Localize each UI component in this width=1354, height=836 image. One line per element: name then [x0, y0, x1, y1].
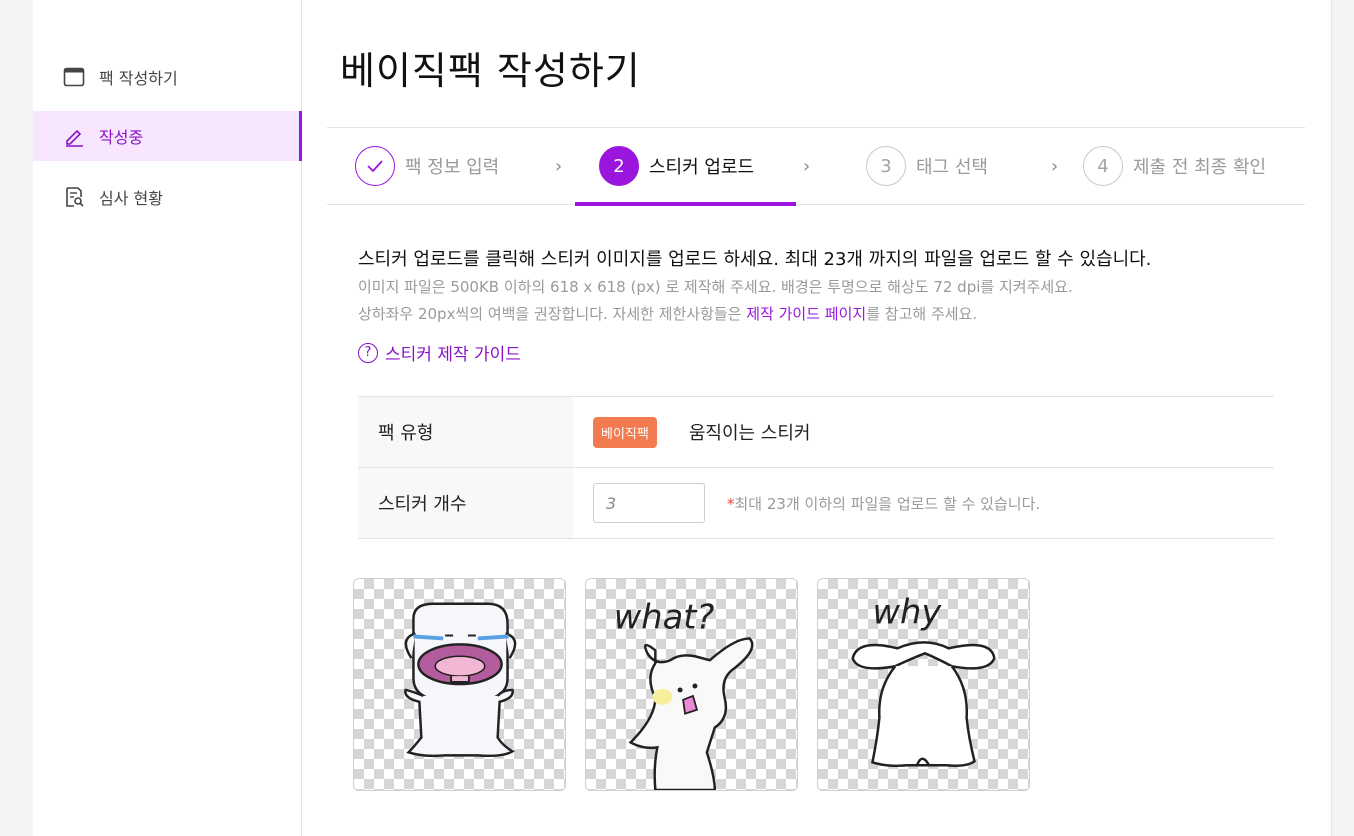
margin-text: 상하좌우 20px씩의 여백을 권장합니다. 자세한 제한사항들은: [358, 305, 747, 323]
margin-recommendation: 상하좌우 20px씩의 여백을 권장합니다. 자세한 제한사항들은 제작 가이드…: [358, 303, 977, 324]
step-label: 태그 선택: [916, 157, 988, 178]
sticker-guide-link[interactable]: ? 스티커 제작 가이드: [358, 340, 521, 365]
question-circle-icon: ?: [358, 342, 378, 363]
pack-type-badge: 베이직팩: [593, 416, 657, 448]
page-title: 베이직팩 작성하기: [340, 49, 641, 93]
pack-info-table: 팩 유형 베이직팩 움직이는 스티커 스티커 개수 *최대 23개 이하의 파일…: [358, 396, 1274, 539]
step-sticker-upload[interactable]: 2 스티커 업로드: [574, 128, 797, 206]
step-pack-info[interactable]: 팩 정보 입력: [355, 128, 499, 204]
sticker-count-input[interactable]: [593, 483, 705, 523]
step-label: 제출 전 최종 확인: [1133, 157, 1267, 178]
count-note-text: 최대 23개 이하의 파일을 업로드 할 수 있습니다.: [734, 494, 1041, 513]
window-icon: [63, 66, 85, 88]
sticker-image-crying-bunny: [404, 602, 517, 758]
required-star: *: [727, 494, 735, 513]
pencil-icon: [63, 125, 85, 147]
chevron-right-icon: ›: [555, 156, 563, 177]
check-icon: [355, 146, 395, 186]
chevron-right-icon: ›: [803, 156, 811, 177]
sticker-thumbnail[interactable]: what?: [585, 578, 798, 791]
step-number: 2: [599, 146, 639, 186]
image-requirements: 이미지 파일은 500KB 이하의 618 x 618 (px) 로 제작해 주…: [358, 278, 1073, 296]
sidebar-item-label: 작성중: [99, 128, 144, 147]
sticker-caption-why: why: [872, 593, 942, 632]
sticker-count-label: 스티커 개수: [358, 468, 573, 538]
pack-type-value: 움직이는 스티커: [688, 423, 811, 444]
sidebar-item-drafts[interactable]: 작성중: [33, 111, 302, 161]
step-number: 3: [866, 146, 906, 186]
step-number: 4: [1083, 146, 1123, 186]
pack-type-cell: 베이직팩 움직이는 스티커: [573, 397, 1274, 467]
table-row: 팩 유형 베이직팩 움직이는 스티커: [358, 397, 1274, 468]
sidebar-item-label: 심사 현황: [99, 189, 163, 208]
step-label: 스티커 업로드: [649, 157, 755, 178]
step-final-check[interactable]: 4 제출 전 최종 확인: [1083, 128, 1266, 204]
guide-page-link[interactable]: 제작 가이드 페이지: [746, 305, 866, 323]
step-label: 팩 정보 입력: [405, 157, 500, 178]
chevron-right-icon: ›: [1051, 156, 1059, 177]
sidebar-item-create-pack[interactable]: 팩 작성하기: [33, 52, 302, 102]
pack-type-label: 팩 유형: [358, 397, 573, 467]
sticker-caption-what: what?: [614, 598, 715, 637]
sidebar-item-label: 팩 작성하기: [99, 69, 178, 88]
document-search-icon: [63, 186, 85, 208]
count-note: *최대 23개 이하의 파일을 업로드 할 수 있습니다.: [727, 493, 1040, 514]
sticker-image-what-bunny: what?: [614, 598, 754, 790]
table-row: 스티커 개수 *최대 23개 이하의 파일을 업로드 할 수 있습니다.: [358, 468, 1274, 539]
sticker-image-why-bunny: why: [851, 593, 996, 768]
margin-text-suffix: 를 참고해 주세요.: [866, 305, 978, 323]
sticker-thumbnail[interactable]: [353, 578, 566, 791]
sticker-thumbnail[interactable]: why: [817, 578, 1030, 791]
upload-instructions: 스티커 업로드를 클릭해 스티커 이미지를 업로드 하세요. 최대 23개 까지…: [358, 249, 1152, 270]
sidebar: 팩 작성하기 작성중 심사 현황: [33, 0, 302, 836]
sticker-list: what? why: [353, 578, 1030, 791]
sidebar-item-review-status[interactable]: 심사 현황: [33, 172, 302, 222]
stepper: 팩 정보 입력 › 2 스티커 업로드 › 3 태그 선택 › 4 제출 전 최…: [327, 127, 1305, 206]
guide-link-label: 스티커 제작 가이드: [385, 345, 521, 365]
step-tag-select[interactable]: 3 태그 선택: [866, 128, 988, 204]
sticker-count-cell: *최대 23개 이하의 파일을 업로드 할 수 있습니다.: [573, 468, 1274, 538]
